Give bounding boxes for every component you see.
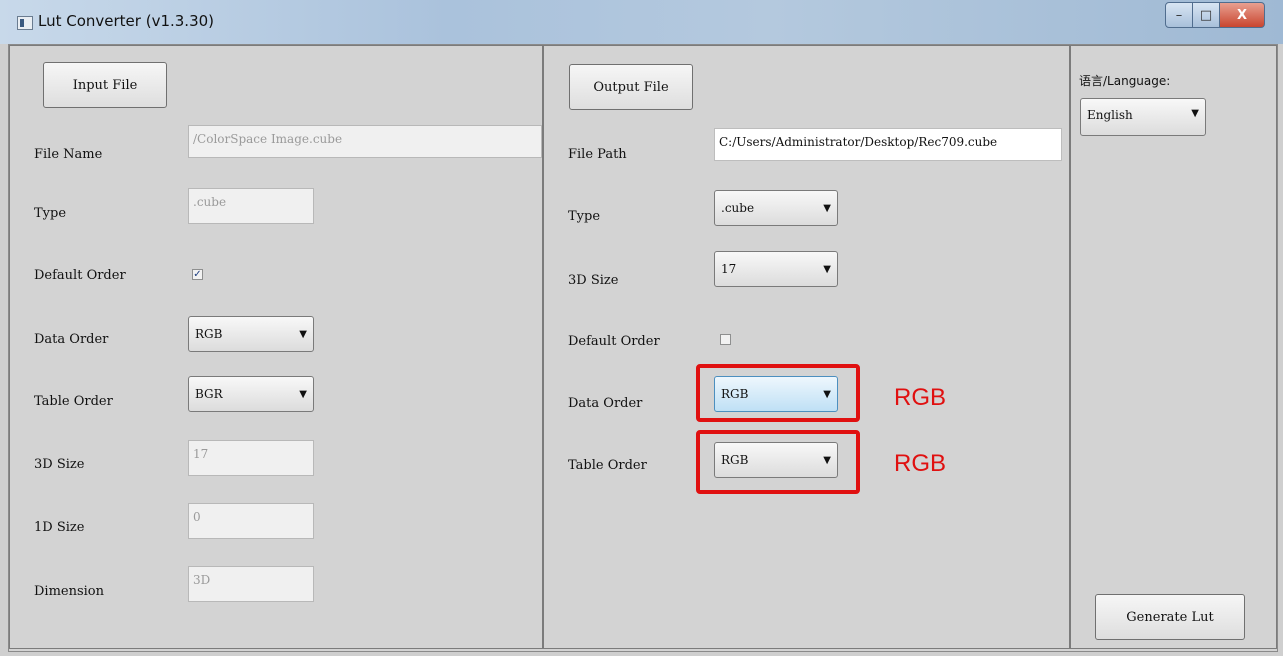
file-name-label: File Name bbox=[34, 147, 103, 162]
input-data-order-value: RGB bbox=[195, 327, 223, 341]
output-3d-size-value: 17 bbox=[721, 262, 737, 276]
close-icon[interactable]: X bbox=[1220, 2, 1265, 28]
input-1d-size-field[interactable]: 0 bbox=[188, 503, 314, 539]
input-panel: Input File File Name /ColorSpace Image.c… bbox=[9, 45, 543, 649]
data-order-annotation: RGB bbox=[894, 384, 947, 411]
window-controls: – □ X bbox=[1165, 2, 1265, 28]
output-default-order-checkbox[interactable] bbox=[720, 334, 731, 345]
input-file-name-field[interactable]: /ColorSpace Image.cube bbox=[188, 125, 542, 158]
input-type-label: Type bbox=[34, 206, 67, 221]
output-panel: Output File File Path C:/Users/Administr… bbox=[543, 45, 1070, 649]
input-type-field[interactable]: .cube bbox=[188, 188, 314, 224]
lut-converter-window: Lut Converter (v1.3.30) – □ X Input File… bbox=[0, 0, 1283, 656]
input-data-order-label: Data Order bbox=[34, 332, 109, 347]
output-3d-size-select[interactable]: 17 ▼ bbox=[714, 251, 838, 287]
chevron-down-icon: ▼ bbox=[823, 454, 831, 466]
output-type-label: Type bbox=[568, 209, 601, 224]
generate-lut-button[interactable]: Generate Lut bbox=[1095, 594, 1245, 640]
language-value: English bbox=[1087, 108, 1133, 122]
file-path-label: File Path bbox=[568, 147, 627, 162]
input-default-order-label: Default Order bbox=[34, 268, 126, 283]
output-table-order-select[interactable]: RGB ▼ bbox=[714, 442, 838, 478]
input-table-order-select[interactable]: BGR ▼ bbox=[188, 376, 314, 412]
output-table-order-label: Table Order bbox=[568, 458, 647, 473]
input-data-order-select[interactable]: RGB ▼ bbox=[188, 316, 314, 352]
output-file-button[interactable]: Output File bbox=[569, 64, 693, 110]
input-table-order-label: Table Order bbox=[34, 394, 113, 409]
window-title: Lut Converter (v1.3.30) bbox=[38, 12, 215, 30]
language-panel: 语言/Language: English ▼ Generate Lut bbox=[1070, 45, 1277, 649]
minimize-icon[interactable]: – bbox=[1165, 2, 1193, 28]
maximize-icon[interactable]: □ bbox=[1193, 2, 1220, 28]
output-data-order-label: Data Order bbox=[568, 396, 643, 411]
title-bar[interactable]: Lut Converter (v1.3.30) – □ X bbox=[0, 0, 1283, 44]
chevron-down-icon: ▼ bbox=[823, 388, 831, 400]
output-data-order-select[interactable]: RGB ▼ bbox=[714, 376, 838, 412]
app-icon bbox=[17, 16, 33, 30]
chevron-down-icon: ▼ bbox=[299, 388, 307, 400]
input-3d-size-label: 3D Size bbox=[34, 457, 85, 472]
output-data-order-value: RGB bbox=[721, 387, 749, 401]
input-3d-size-field[interactable]: 17 bbox=[188, 440, 314, 476]
output-file-path-field[interactable]: C:/Users/Administrator/Desktop/Rec709.cu… bbox=[714, 128, 1062, 161]
dimension-label: Dimension bbox=[34, 584, 105, 599]
output-table-order-value: RGB bbox=[721, 453, 749, 467]
output-default-order-label: Default Order bbox=[568, 334, 660, 349]
output-type-value: .cube bbox=[721, 201, 755, 215]
client-area: Input File File Name /ColorSpace Image.c… bbox=[8, 44, 1278, 652]
output-3d-size-label: 3D Size bbox=[568, 273, 619, 288]
chevron-down-icon: ▼ bbox=[299, 328, 307, 340]
output-type-select[interactable]: .cube ▼ bbox=[714, 190, 838, 226]
input-table-order-value: BGR bbox=[195, 387, 223, 401]
language-select[interactable]: English ▼ bbox=[1080, 98, 1206, 136]
input-file-button[interactable]: Input File bbox=[43, 62, 167, 108]
dimension-field[interactable]: 3D bbox=[188, 566, 314, 602]
chevron-down-icon: ▼ bbox=[1191, 108, 1199, 119]
language-label: 语言/Language: bbox=[1079, 74, 1171, 88]
chevron-down-icon: ▼ bbox=[823, 202, 831, 214]
input-1d-size-label: 1D Size bbox=[34, 520, 85, 535]
input-default-order-checkbox[interactable]: ✓ bbox=[192, 269, 203, 280]
table-order-annotation: RGB bbox=[894, 450, 947, 477]
chevron-down-icon: ▼ bbox=[823, 263, 831, 275]
